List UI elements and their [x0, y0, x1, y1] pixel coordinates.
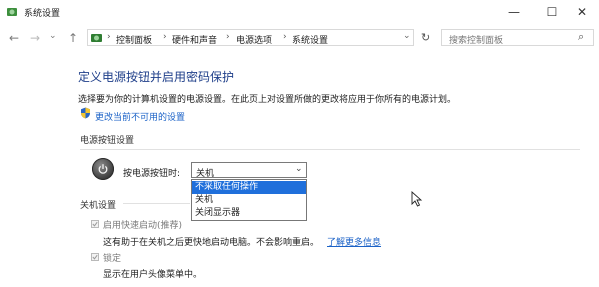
power-action-dropdown-list: 不采取任何操作 关机 关闭显示器	[191, 179, 307, 221]
learn-more-link[interactable]: 了解更多信息	[327, 235, 381, 248]
close-button[interactable]: ✕	[565, 0, 599, 24]
minimize-button[interactable]: —	[497, 0, 531, 24]
shutdown-section-label: 关机设置	[80, 201, 117, 211]
checkmark-icon	[92, 221, 98, 227]
history-chevron-icon[interactable]: ⌄	[49, 29, 57, 43]
lock-label: 锁定	[103, 254, 122, 264]
section-divider	[80, 149, 580, 150]
dropdown-option-turn-off-display[interactable]: 关闭显示器	[192, 207, 306, 220]
up-arrow-icon[interactable]: ↑	[68, 31, 78, 45]
refresh-icon[interactable]: ↻	[421, 31, 430, 44]
lock-description: 显示在用户头像菜单中。	[103, 270, 203, 280]
power-symbol-icon	[98, 164, 108, 174]
section-divider	[123, 203, 190, 204]
shield-icon	[81, 107, 90, 119]
breadcrumb-control-panel[interactable]: 控制面板	[116, 33, 152, 46]
breadcrumb-hardware-sound[interactable]: 硬件和声音	[172, 33, 217, 46]
power-button-action-label: 按电源按钮时:	[123, 169, 181, 179]
breadcrumb-system-settings[interactable]: 系统设置	[292, 33, 328, 46]
breadcrumb-separator: ›	[226, 32, 230, 42]
mouse-cursor-icon	[411, 191, 423, 207]
window-title: 系统设置	[24, 9, 61, 19]
dropdown-option-shut-down[interactable]: 关机	[192, 194, 306, 207]
control-panel-icon	[91, 34, 102, 42]
forward-arrow-icon[interactable]: →	[30, 31, 40, 45]
dropdown-option-do-nothing[interactable]: 不采取任何操作	[192, 181, 306, 194]
page-description: 选择要为你的计算机设置的电源设置。在此页上对设置所做的更改将应用于你所有的电源计…	[78, 95, 457, 105]
fast-startup-checkbox[interactable]	[91, 220, 99, 228]
fast-startup-label: 启用快速启动(推荐)	[103, 221, 183, 231]
breadcrumb-separator: ›	[163, 32, 167, 42]
search-icon[interactable]: ⌕	[578, 30, 584, 44]
lock-checkbox[interactable]	[91, 253, 99, 261]
power-button-section-label: 电源按钮设置	[80, 136, 135, 146]
breadcrumb-separator: ›	[107, 32, 111, 42]
address-dropdown-icon[interactable]: ⌄	[403, 31, 411, 41]
change-unavailable-settings-link[interactable]: 更改当前不可用的设置	[95, 110, 185, 123]
breadcrumb-separator: ›	[283, 32, 287, 42]
power-options-app-icon	[7, 8, 17, 16]
back-arrow-icon[interactable]: ←	[9, 31, 19, 45]
breadcrumb-power-options[interactable]: 电源选项	[236, 33, 272, 46]
page-title: 定义电源按钮并启用密码保护	[78, 70, 235, 84]
search-placeholder: 搜索控制面板	[449, 36, 504, 46]
fast-startup-description: 这有助于在关机之后更快地启动电脑。不会影响重启。	[103, 238, 320, 248]
power-button-action-value: 关机	[196, 169, 215, 179]
maximize-button[interactable]: ☐	[535, 0, 569, 24]
chevron-down-icon[interactable]: ⌄	[295, 164, 303, 174]
checkmark-icon	[92, 254, 98, 260]
